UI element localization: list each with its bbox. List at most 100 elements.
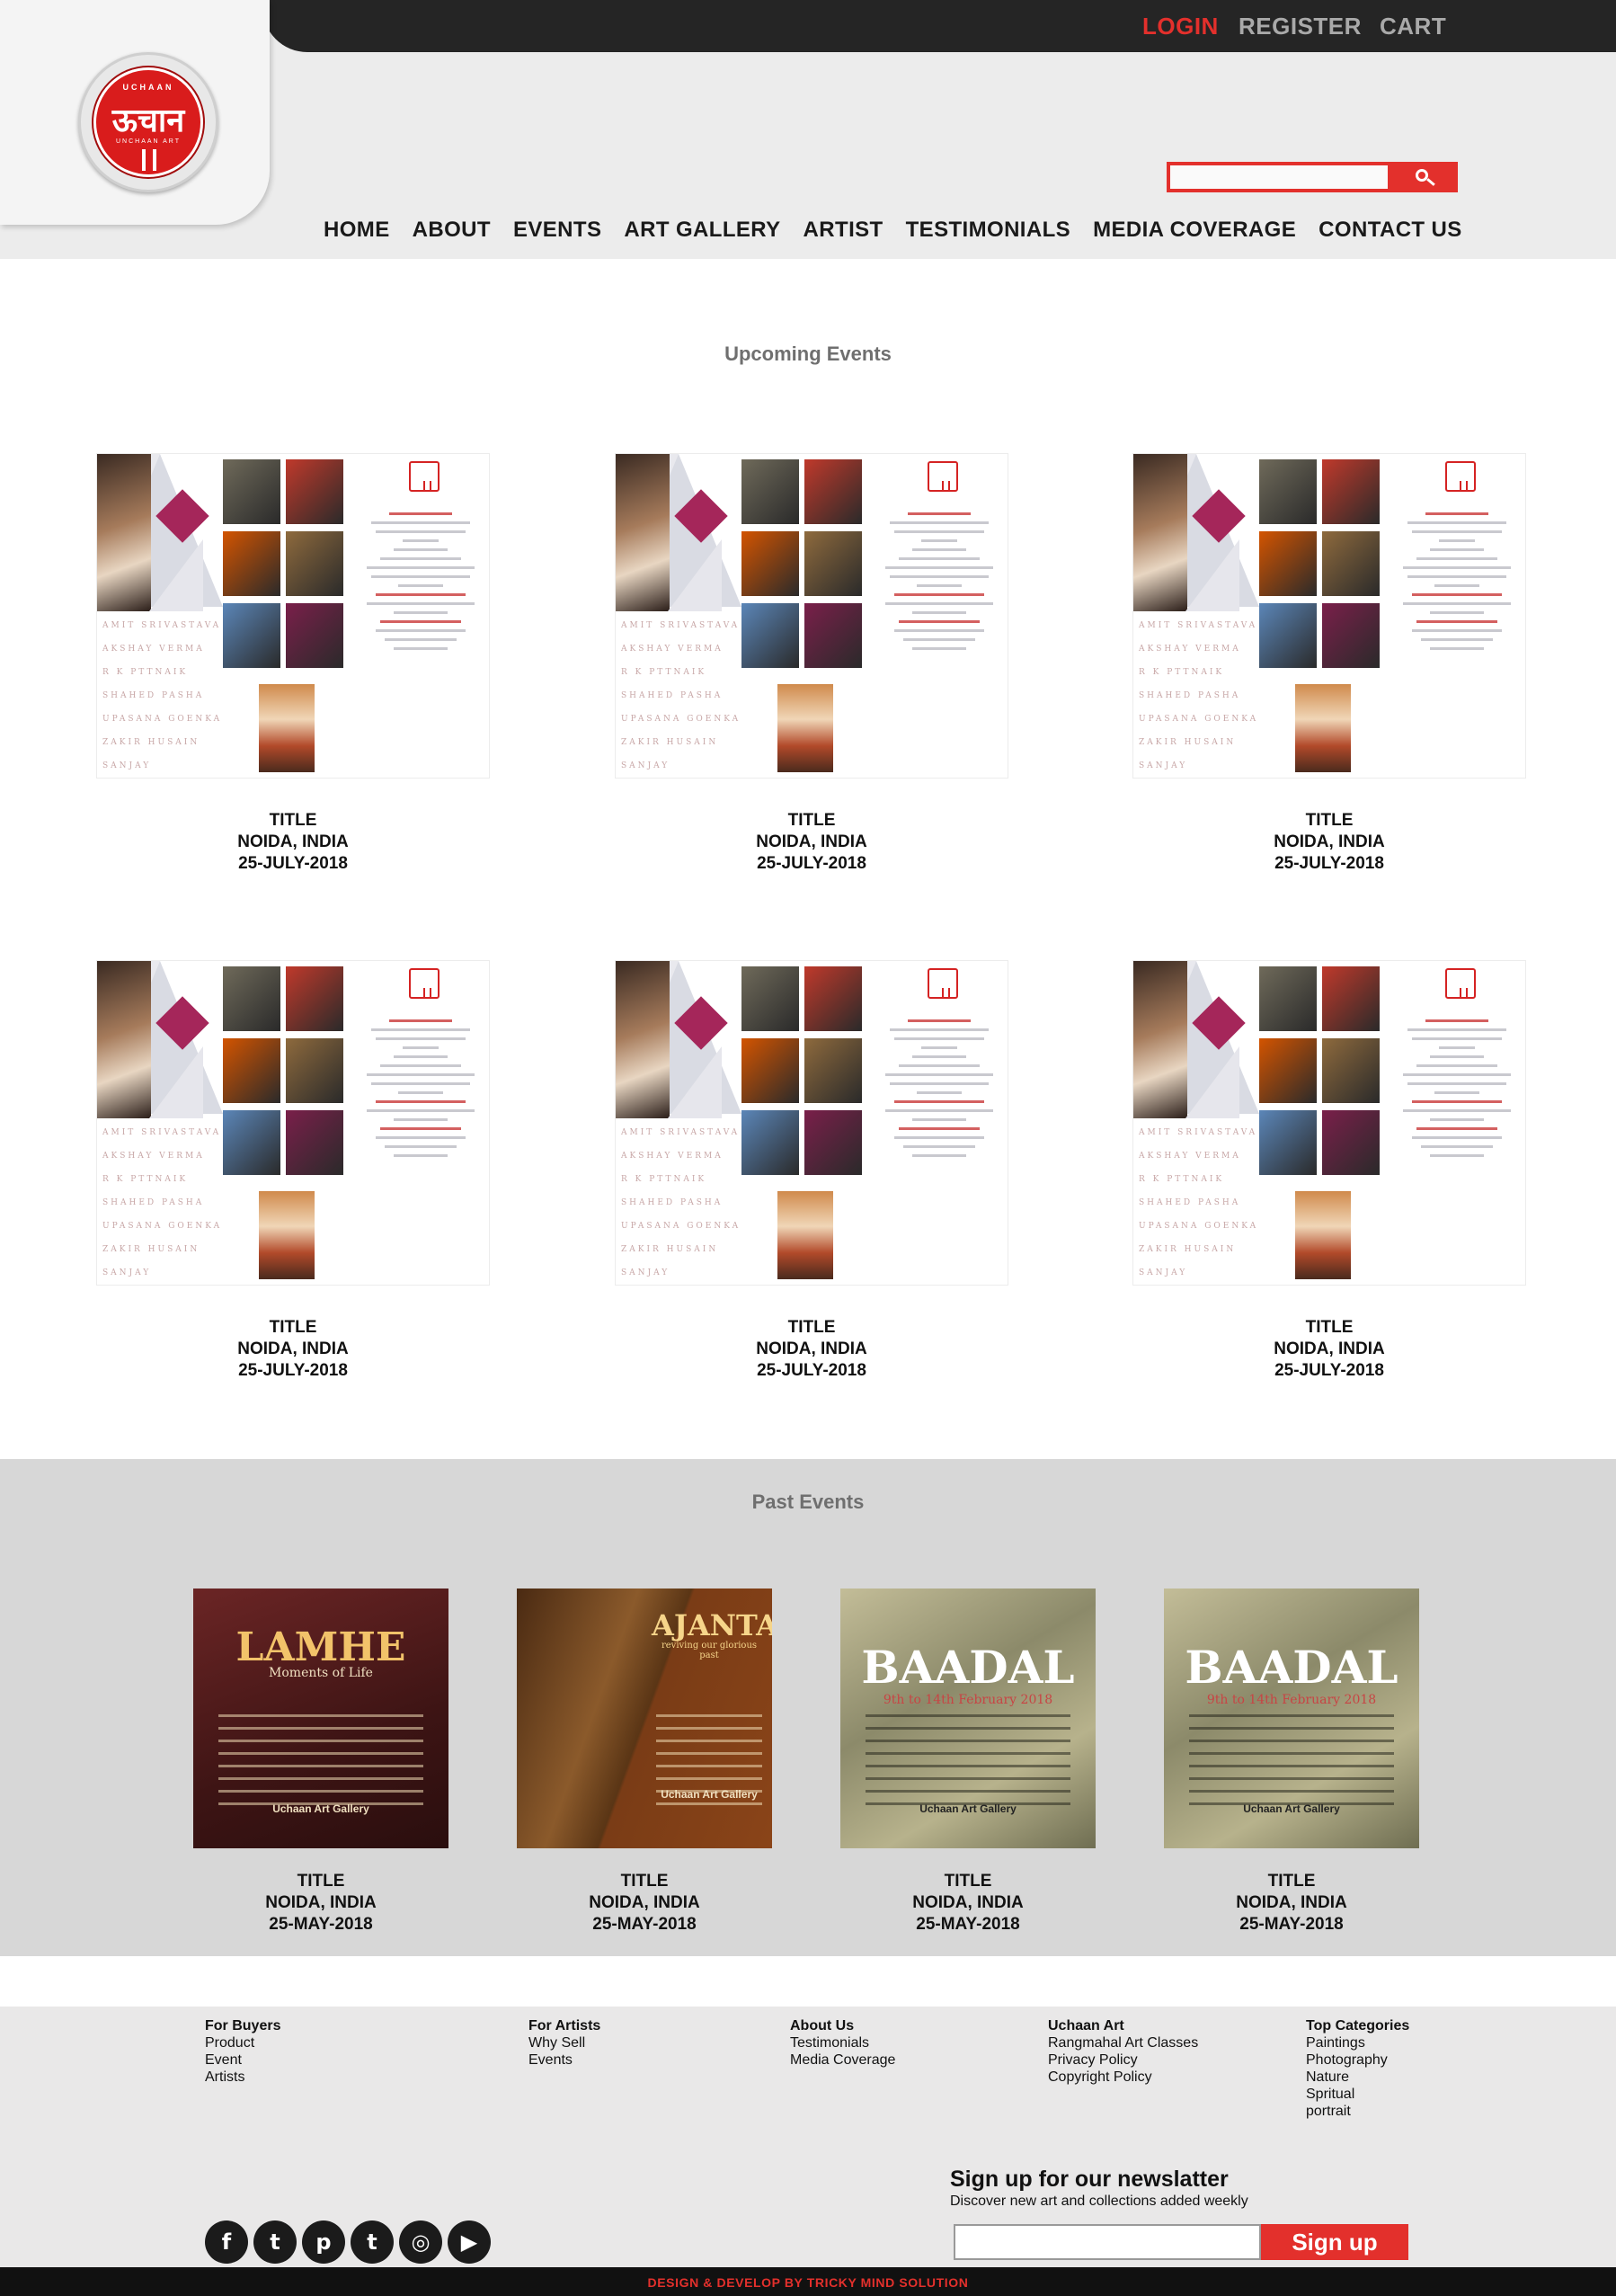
poster-text-line <box>218 1790 423 1793</box>
event-poster[interactable]: AMIT SRIVASTAVA AKSHAY VERMA R K PTTNAIK SH… <box>96 453 490 779</box>
poster-text-line <box>1189 1740 1394 1742</box>
register-link[interactable]: REGISTER <box>1239 13 1362 40</box>
footer-link[interactable]: Photography <box>1306 2051 1409 2069</box>
poster-face-art <box>616 454 670 611</box>
event-location: NOIDA, INDIA <box>912 1893 1024 1912</box>
event-title: TITLE <box>1267 1872 1316 1891</box>
footer-link[interactable]: Media Coverage <box>790 2051 895 2069</box>
poster-text-line <box>218 1765 423 1767</box>
poster-artwork-tile <box>1259 459 1317 524</box>
nav-contact-us[interactable]: CONTACT US <box>1319 218 1462 250</box>
event-poster[interactable]: AMIT SRIVASTAVA AKSHAY VERMA R K PTTNAIK SH… <box>1132 960 1526 1286</box>
poster-artist-name: AKSHAY VERMA <box>621 1152 724 1161</box>
site-logo[interactable]: UCHAAN ऊचान UNCHAAN ART <box>78 52 218 192</box>
poster-artist-name: SANJAY CHAKRABORTY <box>1139 761 1188 770</box>
event-poster[interactable]: AMIT SRIVASTAVA AKSHAY VERMA R K PTTNAIK SH… <box>1132 453 1526 779</box>
signup-button[interactable]: Sign up <box>1261 2224 1408 2260</box>
poster-artwork-tile <box>286 603 343 668</box>
footer-link[interactable]: Copyright Policy <box>1048 2069 1198 2086</box>
poster-face-art <box>616 961 670 1118</box>
youtube-icon[interactable]: ▶ <box>448 2220 491 2264</box>
poster-artist-name: ZAKIR HUSAIN <box>102 1245 200 1254</box>
event-poster[interactable]: AMIT SRIVASTAVA AKSHAY VERMA R K PTTNAIK SH… <box>615 453 1008 779</box>
pinterest-icon[interactable]: p <box>302 2220 345 2264</box>
poster-artist-name: UPASANA GOENKA <box>621 715 741 724</box>
poster-text-block <box>876 506 1002 656</box>
search-button[interactable] <box>1391 162 1458 192</box>
event-poster[interactable]: AMIT SRIVASTAVA AKSHAY VERMA R K PTTNAIK SH… <box>615 960 1008 1286</box>
footer-link[interactable]: Paintings <box>1306 2034 1409 2051</box>
poster-artwork-tile <box>1322 966 1380 1031</box>
poster-artist-name: AKSHAY VERMA <box>1139 1152 1241 1161</box>
event-location: NOIDA, INDIA <box>265 1893 377 1912</box>
poster-artist-name: R K PTTNAIK <box>1139 668 1225 677</box>
poster-heading: BAADAL <box>1185 1641 1398 1694</box>
poster-artist-name: SHAHED PASHA <box>621 1198 724 1207</box>
nav-about[interactable]: ABOUT <box>413 218 491 250</box>
footer-link[interactable]: Rangmahal Art Classes <box>1048 2034 1198 2051</box>
credit-text: DESIGN & DEVELOP BY TRICKY MIND SOLUTION <box>647 2275 969 2290</box>
footer-link[interactable]: Product <box>205 2034 280 2051</box>
past-event-poster[interactable]: BAADAL 9th to 14th February 2018 Uchaan Ar… <box>840 1589 1096 1848</box>
poster-artist-name: ZAKIR HUSAIN <box>1139 738 1237 747</box>
event-title: TITLE <box>620 1872 669 1891</box>
tumblr-icon[interactable]: t <box>351 2220 394 2264</box>
poster-artwork-tile <box>1322 531 1380 596</box>
poster-text-line <box>1189 1777 1394 1780</box>
poster-artwork-tile <box>1322 459 1380 524</box>
event-poster[interactable]: AMIT SRIVASTAVA AKSHAY VERMA R K PTTNAIK SH… <box>96 960 490 1286</box>
poster-artist-name: AKSHAY VERMA <box>1139 645 1241 654</box>
nav-events[interactable]: EVENTS <box>513 218 601 250</box>
footer-link[interactable]: Privacy Policy <box>1048 2051 1198 2069</box>
instagram-icon[interactable]: ◎ <box>399 2220 442 2264</box>
poster-text-line <box>866 1714 1070 1717</box>
event-date: 25-JULY-2018 <box>757 1361 866 1380</box>
poster-text-block <box>1394 506 1520 656</box>
footer-link[interactable]: Event <box>205 2051 280 2069</box>
login-link[interactable]: LOGIN <box>1142 13 1219 40</box>
footer-link[interactable]: Nature <box>1306 2069 1409 2086</box>
footer-link[interactable]: Spritual <box>1306 2086 1409 2103</box>
nav-testimonials[interactable]: TESTIMONIALS <box>906 218 1070 250</box>
event-location: NOIDA, INDIA <box>1236 1893 1347 1912</box>
past-event-poster[interactable]: LAMHE Moments of Life Uchaan Art Gallery <box>193 1589 448 1848</box>
past-event-poster[interactable]: BAADAL 9th to 14th February 2018 Uchaan Ar… <box>1164 1589 1419 1848</box>
poster-artist-name: SANJAY CHAKRABORTY <box>1139 1268 1188 1277</box>
search-input[interactable] <box>1167 162 1391 192</box>
poster-text-line <box>218 1727 423 1730</box>
facebook-icon[interactable]: f <box>205 2220 248 2264</box>
cart-link[interactable]: CART <box>1380 13 1446 40</box>
nav-home[interactable]: HOME <box>324 218 390 250</box>
footer-link[interactable]: Events <box>528 2051 600 2069</box>
nav-media-coverage[interactable]: MEDIA COVERAGE <box>1093 218 1296 250</box>
poster-artwork-tile <box>804 531 862 596</box>
poster-face-art <box>1133 454 1187 611</box>
poster-portrait <box>259 684 315 772</box>
footer-link[interactable]: portrait <box>1306 2103 1409 2120</box>
poster-portrait <box>1295 684 1351 772</box>
nav-art-gallery[interactable]: ART GALLERY <box>624 218 780 250</box>
past-event-poster[interactable]: AJANTA reviving our glorious past Uchaan A… <box>517 1589 772 1848</box>
footer-link[interactable]: Why Sell <box>528 2034 600 2051</box>
newsletter-email-field[interactable] <box>954 2224 1261 2260</box>
event-location: NOIDA, INDIA <box>589 1893 700 1912</box>
poster-artwork-tile <box>223 966 280 1031</box>
poster-artist-name: AKSHAY VERMA <box>621 645 724 654</box>
footer-link[interactable]: Artists <box>205 2069 280 2086</box>
poster-face-art <box>97 961 151 1118</box>
poster-artwork-tile <box>1322 1038 1380 1103</box>
poster-text-line <box>656 1752 762 1755</box>
poster-artist-name: R K PTTNAIK <box>102 668 189 677</box>
poster-text-block <box>1394 1013 1520 1163</box>
poster-text-line <box>656 1765 762 1767</box>
nav-artist[interactable]: ARTIST <box>804 218 883 250</box>
poster-artist-name: SANJAY CHAKRABORTY <box>621 761 670 770</box>
event-date: 25-MAY-2018 <box>269 1915 373 1934</box>
poster-artwork-tile <box>804 1110 862 1175</box>
poster-artist-name: AMIT SRIVASTAVA <box>621 1128 741 1137</box>
footer-link[interactable]: Testimonials <box>790 2034 895 2051</box>
poster-shape <box>1185 1046 1239 1118</box>
poster-artwork-tile <box>1259 531 1317 596</box>
poster-text-block <box>876 1013 1002 1163</box>
twitter-icon[interactable]: t <box>253 2220 297 2264</box>
